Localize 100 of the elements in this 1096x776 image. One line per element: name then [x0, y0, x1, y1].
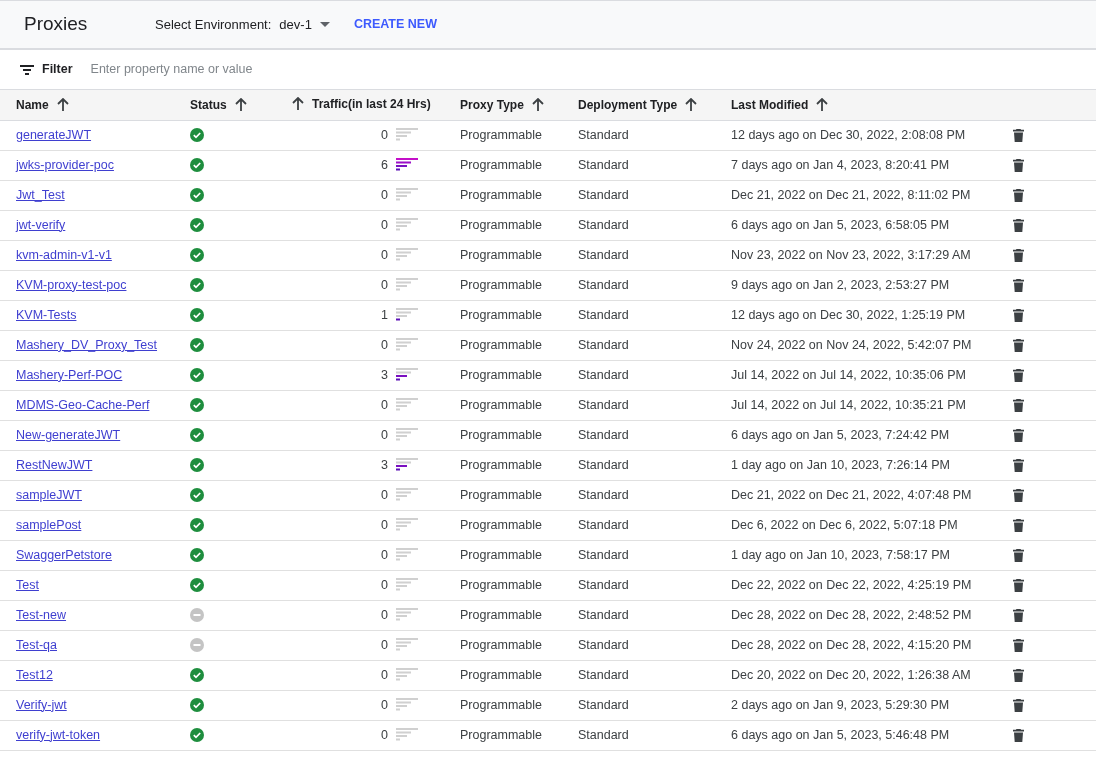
column-header[interactable]: Name	[16, 95, 69, 114]
traffic-count: 3	[381, 456, 388, 474]
proxy-name-link[interactable]: sampleJWT	[16, 487, 82, 502]
proxy-name-link[interactable]: Mashery-Perf-POC	[16, 367, 123, 382]
delete-button[interactable]	[1013, 728, 1024, 742]
last-modified: 6 days ago on Jan 5, 2023, 5:46:48 PM	[731, 727, 950, 742]
delete-button[interactable]	[1013, 218, 1024, 232]
last-modified: Nov 24, 2022 on Nov 24, 2022, 5:42:07 PM	[731, 337, 972, 352]
proxy-name-link[interactable]: verify-jwt-token	[16, 727, 101, 742]
proxy-name-link[interactable]: Test12	[16, 667, 53, 682]
traffic-count: 0	[381, 696, 388, 714]
last-modified: Dec 28, 2022 on Dec 28, 2022, 2:48:52 PM	[731, 607, 972, 622]
environment-label: Select Environment:	[155, 15, 272, 34]
deployment-type: Standard	[578, 487, 629, 502]
sort-arrow-icon	[234, 98, 247, 112]
proxy-type: Programmable	[460, 517, 542, 532]
proxy-type: Programmable	[460, 157, 542, 172]
delete-button[interactable]	[1013, 188, 1024, 202]
trash-icon	[1013, 608, 1024, 622]
proxy-type: Programmable	[460, 607, 542, 622]
sort-arrow-icon	[816, 98, 829, 112]
traffic-count: 0	[381, 516, 388, 534]
delete-button[interactable]	[1013, 458, 1024, 472]
traffic-count: 0	[381, 336, 388, 354]
delete-button[interactable]	[1013, 638, 1024, 652]
traffic-count: 0	[381, 246, 388, 264]
last-modified: 9 days ago on Jan 2, 2023, 2:53:27 PM	[731, 277, 950, 292]
deployment-type: Standard	[578, 637, 629, 652]
traffic-count: 0	[381, 486, 388, 504]
proxy-name-link[interactable]: samplePost	[16, 517, 82, 532]
last-modified: 1 day ago on Jan 10, 2023, 7:58:17 PM	[731, 547, 950, 562]
proxy-type: Programmable	[460, 577, 542, 592]
deployment-type: Standard	[578, 277, 629, 292]
proxy-name-link[interactable]: KVM-Tests	[16, 307, 77, 322]
deployment-type: Standard	[578, 517, 629, 532]
environment-dropdown[interactable]: Select Environment: dev-1	[155, 14, 330, 35]
last-modified: Dec 21, 2022 on Dec 21, 2022, 8:11:02 PM	[731, 187, 971, 202]
traffic-count: 0	[381, 126, 388, 144]
traffic-count: 0	[381, 426, 388, 444]
create-new-button[interactable]: CREATE NEW	[353, 15, 437, 34]
delete-button[interactable]	[1013, 518, 1024, 532]
trash-icon	[1013, 248, 1024, 262]
proxy-name-link[interactable]: jwt-verify	[16, 217, 66, 232]
trash-icon	[1013, 548, 1024, 562]
delete-button[interactable]	[1013, 668, 1024, 682]
delete-button[interactable]	[1013, 158, 1024, 172]
delete-button[interactable]	[1013, 698, 1024, 712]
proxy-name-link[interactable]: Verify-jwt	[16, 697, 67, 712]
trash-icon	[1013, 368, 1024, 382]
proxy-name-link[interactable]: Jwt_Test	[16, 187, 65, 202]
sort-arrow-icon	[56, 98, 69, 112]
proxy-type: Programmable	[460, 667, 542, 682]
deployment-type: Standard	[578, 337, 629, 352]
proxy-type: Programmable	[460, 457, 542, 472]
delete-button[interactable]	[1013, 248, 1024, 262]
traffic-count: 0	[381, 396, 388, 414]
trash-icon	[1013, 188, 1024, 202]
deployment-type: Standard	[578, 367, 629, 382]
delete-button[interactable]	[1013, 608, 1024, 622]
proxy-name-link[interactable]: SwaggerPetstore	[16, 547, 112, 562]
proxy-name-link[interactable]: New-generateJWT	[16, 427, 121, 442]
deployment-type: Standard	[578, 547, 629, 562]
proxy-name-link[interactable]: kvm-admin-v1-v1	[16, 247, 112, 262]
proxy-name-link[interactable]: jwks-provider-poc	[16, 157, 114, 172]
last-modified: 12 days ago on Dec 30, 2022, 2:08:08 PM	[731, 127, 966, 142]
proxy-type: Programmable	[460, 127, 542, 142]
delete-button[interactable]	[1013, 398, 1024, 412]
trash-icon	[1013, 488, 1024, 502]
delete-button[interactable]	[1013, 128, 1024, 142]
deployment-type: Standard	[578, 307, 629, 322]
delete-button[interactable]	[1013, 428, 1024, 442]
traffic-count: 6	[381, 156, 388, 174]
delete-button[interactable]	[1013, 578, 1024, 592]
traffic-count: 0	[381, 606, 388, 624]
delete-button[interactable]	[1013, 548, 1024, 562]
trash-icon	[1013, 578, 1024, 592]
traffic-count: 0	[381, 666, 388, 684]
proxy-name-link[interactable]: Test	[16, 577, 39, 592]
trash-icon	[1013, 128, 1024, 142]
proxy-name-link[interactable]: MDMS-Geo-Cache-Perf	[16, 397, 150, 412]
trash-icon	[1013, 428, 1024, 442]
delete-button[interactable]	[1013, 368, 1024, 382]
traffic-count: 3	[381, 366, 388, 384]
deployment-type: Standard	[578, 397, 629, 412]
proxy-name-link[interactable]: Test-new	[16, 607, 67, 622]
deployment-type: Standard	[578, 577, 629, 592]
proxy-type: Programmable	[460, 487, 542, 502]
delete-button[interactable]	[1013, 308, 1024, 322]
last-modified: Dec 21, 2022 on Dec 21, 2022, 4:07:48 PM	[731, 487, 972, 502]
trash-icon	[1013, 638, 1024, 652]
delete-button[interactable]	[1013, 488, 1024, 502]
proxy-name-link[interactable]: RestNewJWT	[16, 457, 93, 472]
delete-button[interactable]	[1013, 338, 1024, 352]
deployment-type: Standard	[578, 457, 629, 472]
delete-button[interactable]	[1013, 278, 1024, 292]
proxy-name-link[interactable]: Mashery_DV_Proxy_Test	[16, 337, 158, 352]
proxy-type: Programmable	[460, 697, 542, 712]
proxy-name-link[interactable]: generateJWT	[16, 127, 92, 142]
proxy-name-link[interactable]: Test-qa	[16, 637, 57, 652]
proxy-name-link[interactable]: KVM-proxy-test-poc	[16, 277, 127, 292]
